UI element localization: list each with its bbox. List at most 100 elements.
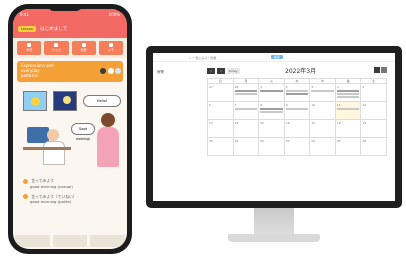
day-number: 21 — [234, 139, 239, 143]
info-icon[interactable] — [108, 68, 114, 74]
day-number: 12 — [362, 103, 367, 107]
calendar-day[interactable]: 5 — [360, 83, 387, 102]
next-month-button[interactable]: › — [217, 67, 225, 74]
calendar-day[interactable]: 2 — [283, 83, 311, 102]
calendar-day-today[interactable]: 11 — [334, 101, 362, 120]
desk-illustration — [23, 147, 71, 150]
month-view-button[interactable] — [374, 67, 380, 73]
phrase-1-jp: 言ってみよう — [31, 178, 54, 183]
header-badge[interactable]: Lesson — [18, 26, 37, 32]
day-number: 5 — [362, 85, 365, 89]
lesson-illustration: Hello! Good morning! — [17, 85, 123, 175]
event-bar[interactable] — [285, 108, 309, 110]
sidebar: 授業 — [153, 62, 187, 201]
calendar-day[interactable]: 23 — [283, 137, 311, 156]
calendar-day[interactable]: 15 — [258, 119, 285, 138]
event-bar[interactable] — [260, 90, 283, 92]
day-number: 23 — [285, 139, 290, 143]
calendar-day[interactable]: 9 — [283, 101, 311, 120]
event-bar[interactable] — [260, 108, 283, 110]
speech-bubble-right: Hello! — [83, 95, 121, 107]
day-number: 22 — [260, 139, 264, 143]
calendar-day[interactable]: 13 — [207, 119, 234, 138]
thumbnail-1[interactable] — [15, 235, 50, 247]
person-head-illustration — [47, 129, 59, 141]
calendar-day[interactable]: 7 — [232, 101, 260, 120]
event-bar[interactable] — [234, 90, 258, 92]
prev-month-button[interactable]: ‹ — [207, 67, 215, 74]
lesson-card[interactable]: Expressions and everyday patterns — [17, 61, 123, 82]
event-bar[interactable] — [311, 90, 334, 92]
event-bar[interactable] — [285, 90, 309, 92]
calendar-day[interactable]: 14 — [232, 119, 260, 138]
phone-screen: 9:41 100% Lesson はじめまして 学習 クイズ 復習 メモ Exp… — [13, 9, 127, 249]
event-bar[interactable] — [336, 96, 360, 98]
calendar-nav: ‹ › today 2022年3月 — [207, 65, 387, 76]
tool-quiz-button[interactable]: クイズ — [44, 41, 69, 55]
calendar-day[interactable]: 10 — [309, 101, 336, 120]
calendar-day[interactable]: 17 — [309, 119, 336, 138]
event-bar[interactable] — [234, 108, 258, 110]
calendar-day[interactable]: 4 — [334, 83, 362, 102]
calendar-day[interactable]: 26 — [360, 137, 387, 156]
phone-notch — [48, 4, 82, 11]
calendar-day[interactable]: 8 — [258, 101, 285, 120]
tool-memo-button[interactable]: メモ — [98, 41, 123, 55]
month-title: 2022年3月 — [285, 68, 317, 75]
event-bar[interactable] — [285, 93, 309, 95]
calendar-day[interactable]: 28 — [232, 83, 260, 102]
calendar-day[interactable]: 16 — [283, 119, 311, 138]
calendar-day[interactable]: 27 — [207, 83, 234, 102]
phrase-1-bullet-icon[interactable] — [23, 178, 28, 184]
event-bar[interactable] — [234, 93, 258, 95]
lesson-title-3: patterns — [21, 73, 38, 79]
calendar-day[interactable]: 24 — [309, 137, 336, 156]
moon-picture — [53, 91, 77, 111]
calendar-day[interactable]: 21 — [232, 137, 260, 156]
event-bar[interactable] — [260, 111, 283, 113]
day-number: 24 — [311, 139, 316, 143]
monitor-stand-base — [228, 234, 320, 242]
phrase-2-bullet-icon[interactable] — [23, 194, 28, 199]
calendar-day[interactable]: 25 — [334, 137, 362, 156]
thumbnail-3[interactable] — [90, 235, 126, 247]
tool-review-button[interactable]: 復習 — [71, 41, 96, 55]
monitor-topbar: < 一覧に戻る / 授業 編集 — [153, 53, 395, 62]
calendar-day[interactable]: 3 — [309, 83, 336, 102]
tool-learn-button[interactable]: 学習 — [17, 41, 42, 55]
breadcrumb[interactable]: < 一覧に戻る / 授業 — [189, 56, 216, 60]
bookmark-icon[interactable] — [100, 68, 106, 74]
woman-head-illustration — [101, 113, 115, 127]
calendar-day[interactable]: 20 — [207, 137, 234, 156]
calendar-day[interactable]: 12 — [360, 101, 387, 120]
event-bar[interactable] — [336, 93, 360, 95]
day-number: 28 — [234, 85, 239, 89]
day-number: 11 — [336, 103, 341, 107]
calendar-day[interactable]: 6 — [207, 101, 234, 120]
calendar-day[interactable]: 22 — [258, 137, 285, 156]
sidebar-item-lessons[interactable]: 授業 — [157, 70, 164, 74]
day-number: 26 — [362, 139, 367, 143]
audio-icon[interactable] — [115, 68, 121, 74]
thumbnail-2[interactable] — [52, 235, 88, 247]
event-bar[interactable] — [336, 90, 360, 92]
woman-body-illustration — [97, 127, 119, 167]
day-number: 18 — [336, 121, 341, 125]
event-bar[interactable] — [336, 108, 360, 110]
calendar-day[interactable]: 18 — [334, 119, 362, 138]
view-switcher — [374, 67, 387, 73]
calendar: ‹ › today 2022年3月 日 月 火 水 木 金 土 27 28 1 … — [207, 65, 387, 156]
day-number: 1 — [260, 85, 263, 89]
status-time: 9:41 — [20, 12, 29, 17]
day-number: 16 — [285, 121, 290, 125]
day-number: 4 — [336, 85, 339, 89]
today-button[interactable]: today — [227, 67, 240, 74]
day-number: 6 — [209, 103, 211, 107]
week-view-button[interactable] — [381, 67, 387, 73]
edit-tag[interactable]: 編集 — [271, 55, 284, 59]
calendar-day[interactable]: 1 — [258, 83, 285, 102]
day-number: 17 — [311, 121, 316, 125]
phrase-1: 言ってみよう good morning (casual) — [23, 178, 117, 189]
desktop-monitor: < 一覧に戻る / 授業 編集 授業 ‹ › today 2022年3月 日 月… — [146, 46, 402, 208]
calendar-day[interactable]: 19 — [360, 119, 387, 138]
